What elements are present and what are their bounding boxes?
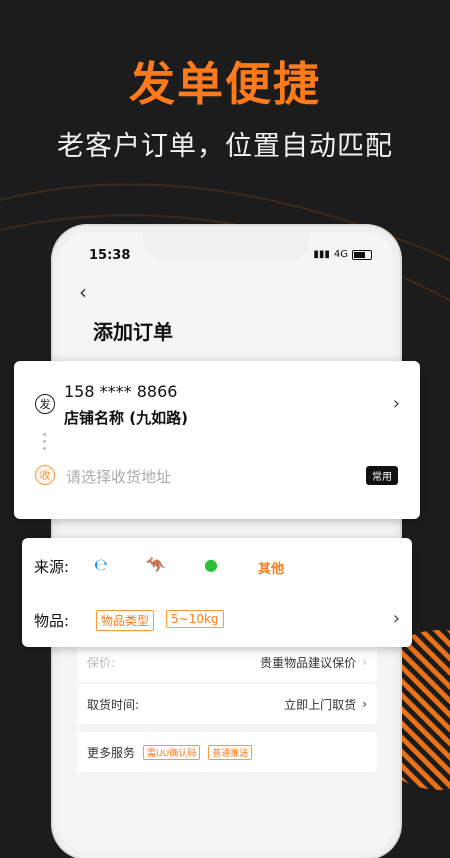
more-services-row: 更多服务 需UU确认码 普通推送 [77, 732, 377, 772]
hero-subtitle: 老客户订单，位置自动匹配 [57, 131, 393, 162]
goods-weight-tag[interactable]: 5~10kg [166, 610, 224, 628]
signal-icon: ▮▮▮ [313, 249, 330, 260]
insurance-hint: 贵重物品建议保价 [260, 655, 357, 670]
pickup-label: 取货时间: [87, 697, 140, 712]
back-icon[interactable]: ‹ [79, 280, 87, 304]
sender-phone[interactable]: 158 **** 8866 [64, 382, 177, 401]
send-icon: 发 [35, 394, 55, 414]
pickup-time-row[interactable]: 取货时间: 立即上门取货 › [77, 684, 377, 724]
battery-icon [352, 249, 372, 260]
network-label: 4G [333, 249, 348, 260]
insurance-label: 保价: [87, 655, 116, 670]
receive-icon: 收 [35, 465, 55, 485]
route-dots [43, 429, 47, 454]
service-tag-push[interactable]: 普通推送 [208, 744, 253, 760]
wechat-icon[interactable]: ● [204, 555, 218, 574]
source-label: 来源: [34, 558, 70, 576]
common-address-button[interactable]: 常用 [366, 466, 398, 485]
page-title: 添加订单 [93, 320, 173, 344]
sender-shop[interactable]: 店铺名称 (九如路) [64, 407, 188, 428]
goods-label: 物品: [34, 612, 70, 630]
more-label: 更多服务 [87, 745, 136, 760]
address-card: 发 158 **** 8866 店铺名称 (九如路) › 收 请选择收货地址 常… [14, 361, 420, 519]
hero-title: 发单便捷 [129, 57, 321, 111]
status-time: 15:38 [89, 248, 131, 263]
chevron-right-icon: › [362, 697, 367, 711]
phone-notch [143, 232, 309, 260]
receiver-address-input[interactable]: 请选择收货地址 [66, 466, 171, 487]
order-details-card: 来源: ℮ 🦘 ● 其他 物品: 物品类型 5~10kg › [22, 538, 412, 647]
chevron-right-icon[interactable]: › [393, 608, 400, 629]
service-tag-confirm[interactable]: 需UU确认码 [143, 744, 201, 760]
chevron-right-icon: › [362, 655, 367, 669]
insurance-row[interactable]: 保价: 贵重物品建议保价 › [77, 642, 377, 682]
chevron-right-icon[interactable]: › [393, 393, 400, 414]
goods-type-tag[interactable]: 物品类型 [96, 610, 155, 631]
pickup-value: 立即上门取货 [284, 697, 357, 712]
e-app-icon[interactable]: ℮ [94, 555, 108, 574]
source-other[interactable]: 其他 [258, 558, 284, 577]
status-indicators: ▮▮▮ 4G [313, 249, 372, 260]
kangaroo-icon[interactable]: 🦘 [146, 555, 166, 574]
